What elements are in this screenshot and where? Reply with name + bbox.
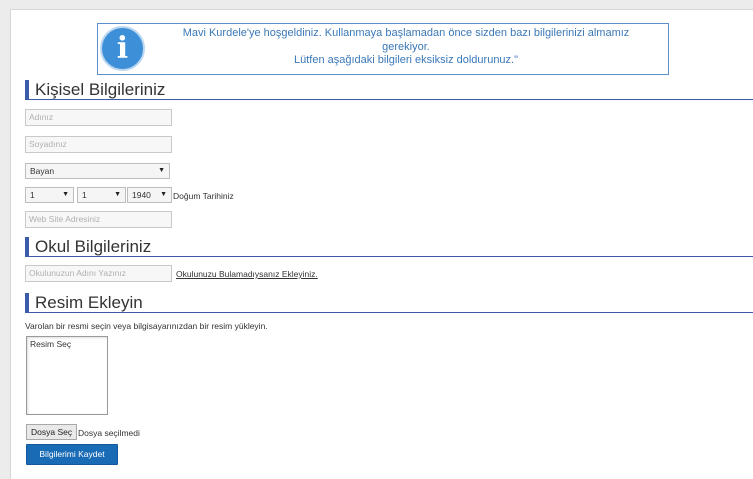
- photo-description: Varolan bir resmi seçin veya bilgisayarı…: [25, 321, 268, 331]
- gender-select-value: Bayan: [30, 166, 55, 176]
- website-input[interactable]: Web Site Adresiniz: [25, 211, 172, 228]
- dropdown-arrow-icon: ▼: [160, 191, 167, 198]
- birth-day-value: 1: [30, 190, 35, 200]
- info-icon: i: [100, 26, 145, 71]
- photo-list-item[interactable]: Resim Seç: [30, 339, 104, 349]
- registration-page: i Mavi Kurdele'ye hoşgeldiniz. Kullanmay…: [10, 9, 753, 479]
- birth-month-select[interactable]: 1 ▼: [77, 187, 126, 203]
- photo-heading: Resim Ekleyin: [25, 293, 753, 313]
- welcome-notice: i Mavi Kurdele'ye hoşgeldiniz. Kullanmay…: [97, 23, 669, 75]
- dropdown-arrow-icon: ▼: [62, 191, 69, 198]
- birth-day-select[interactable]: 1 ▼: [25, 187, 74, 203]
- gender-select[interactable]: Bayan ▼: [25, 163, 170, 179]
- dropdown-arrow-icon: ▼: [114, 191, 121, 198]
- add-school-link[interactable]: Okulunuzu Bulamadıysanız Ekleyiniz.: [176, 269, 318, 279]
- birth-month-value: 1: [82, 190, 87, 200]
- welcome-notice-text: Mavi Kurdele'ye hoşgeldiniz. Kullanmaya …: [156, 27, 656, 68]
- notice-line-3: Lütfen aşağıdaki bilgileri eksiksiz dold…: [293, 54, 519, 66]
- save-info-button[interactable]: Bilgilerimi Kaydet: [26, 444, 118, 465]
- first-name-input[interactable]: Adınız: [25, 109, 172, 126]
- school-info-heading: Okul Bilgileriniz: [25, 237, 753, 257]
- personal-info-heading: Kişisel Bilgileriniz: [25, 80, 753, 100]
- notice-line-1: Mavi Kurdele'ye hoşgeldiniz. Kullanmaya …: [182, 27, 630, 39]
- birth-year-value: 1940: [132, 190, 151, 200]
- school-name-input[interactable]: Okulunuzun Adını Yazınız: [25, 265, 172, 282]
- birth-year-select[interactable]: 1940 ▼: [127, 187, 172, 203]
- photo-listbox[interactable]: Resim Seç: [26, 336, 108, 415]
- notice-line-2: gerekiyor.: [382, 40, 430, 53]
- file-status-text: Dosya seçilmedi: [78, 428, 140, 438]
- dropdown-arrow-icon: ▼: [158, 167, 165, 174]
- birth-date-label: Doğum Tarihiniz: [173, 191, 234, 201]
- choose-file-button[interactable]: Dosya Seç: [26, 424, 78, 440]
- last-name-input[interactable]: Soyadınız: [25, 136, 172, 153]
